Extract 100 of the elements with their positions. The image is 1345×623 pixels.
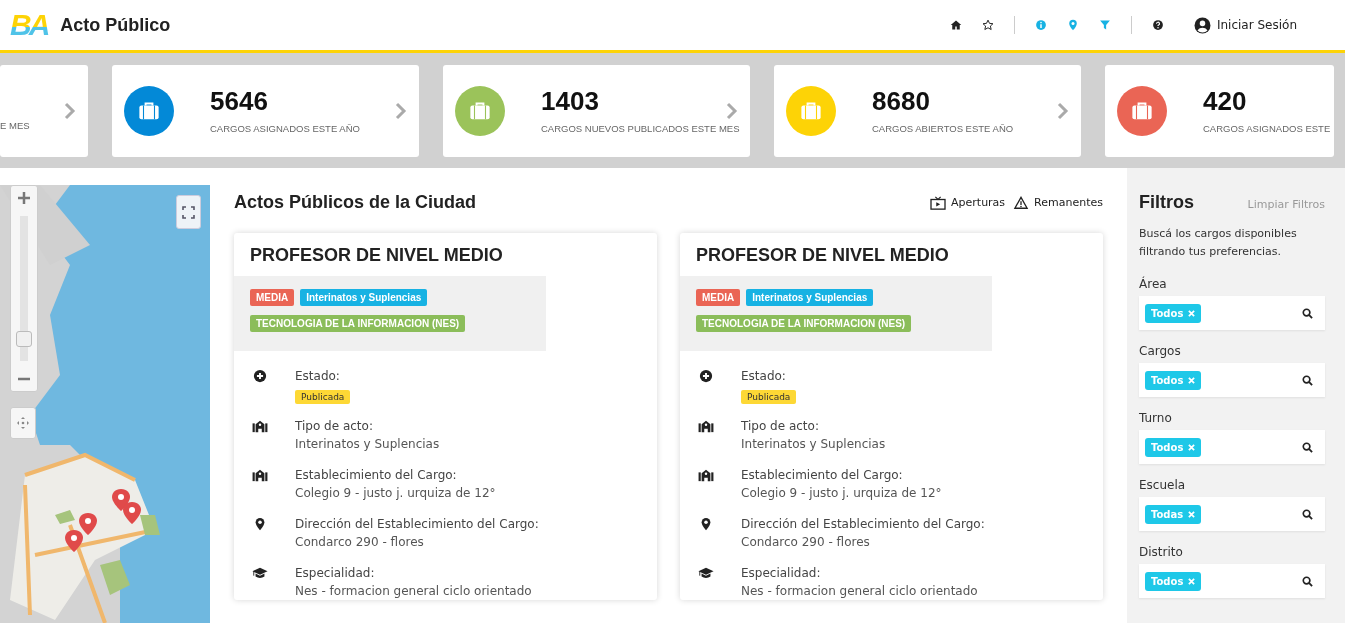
chevron-right-icon[interactable]	[395, 102, 407, 120]
tag: TECNOLOGIA DE LA INFORMACION (NES)	[696, 315, 912, 332]
card-title: PROFESOR DE NIVEL MEDIO	[249, 244, 504, 267]
building-icon	[698, 468, 714, 482]
user-icon	[1193, 16, 1211, 34]
field-value: Nes - formacion general ciclo orientado	[295, 583, 532, 600]
result-card[interactable]	[234, 233, 657, 600]
search-icon[interactable]	[1302, 374, 1313, 386]
field-value: Colegio 9 - justo j. urquiza de 12°	[741, 485, 942, 502]
stat-label: E MES	[0, 120, 30, 131]
help-icon[interactable]	[1151, 19, 1164, 31]
section-title: Actos Públicos de la Ciudad	[234, 192, 477, 213]
filter-label: Distrito	[1139, 545, 1184, 559]
building-icon	[252, 419, 268, 433]
filter-label: Cargos	[1139, 344, 1182, 358]
chevron-right-icon[interactable]	[726, 102, 738, 120]
filter-chip[interactable]: Todos	[1145, 571, 1202, 591]
filters-description: Buscá los cargos disponibles filtrando tus preferencias.	[1139, 226, 1298, 260]
filter-field[interactable]: Todos	[1139, 296, 1325, 330]
stat-card[interactable]: 5646 CARGOS ASIGNADOS ESTE AÑO	[112, 65, 419, 157]
stat-label: CARGOS ASIGNADOS ESTE AÑO	[210, 123, 360, 134]
stat-label: CARGOS ABIERTOS ESTE AÑO	[872, 123, 1014, 134]
stat-value: 8680	[872, 88, 930, 114]
close-icon[interactable]	[1188, 510, 1196, 518]
tag: Interinatos y Suplencias	[300, 289, 428, 306]
field-value: Interinatos y Suplencias	[295, 436, 440, 453]
tag: TECNOLOGIA DE LA INFORMACION (NES)	[250, 315, 466, 332]
tv-play-icon	[930, 195, 946, 210]
filter-link[interactable]: Aperturas	[930, 195, 1006, 210]
search-icon[interactable]	[1302, 441, 1313, 453]
field-label: Establecimiento del Cargo:	[295, 467, 458, 484]
filter-chip[interactable]: Todos	[1145, 437, 1202, 457]
field-label: Dirección del Establecimiento del Cargo:	[741, 516, 985, 533]
result-card[interactable]	[680, 233, 1103, 600]
field-value: Colegio 9 - justo j. urquiza de 12°	[295, 485, 496, 502]
login-button[interactable]: Iniciar Sesión	[1193, 16, 1297, 34]
graduation-cap-icon	[698, 566, 714, 580]
warning-icon	[1013, 195, 1030, 210]
chevron-right-icon[interactable]	[64, 102, 76, 120]
filter-field[interactable]: Todos	[1139, 363, 1325, 397]
graduation-cap-icon	[252, 566, 268, 580]
status-badge: Publicada	[295, 390, 351, 404]
fullscreen-icon[interactable]	[176, 195, 201, 229]
close-icon[interactable]	[1188, 376, 1196, 384]
info-icon[interactable]	[1034, 19, 1047, 31]
status-badge: Publicada	[741, 390, 797, 404]
pan-icon[interactable]	[10, 407, 36, 439]
building-icon	[698, 419, 714, 433]
tag: MEDIA	[696, 289, 741, 306]
field-label: Tipo de acto:	[741, 418, 820, 435]
field-label: Establecimiento del Cargo:	[741, 467, 904, 484]
filter-label: Escuela	[1139, 478, 1187, 492]
stat-value: 420	[1203, 88, 1247, 114]
filter-icon[interactable]	[1098, 19, 1111, 31]
home-icon[interactable]	[949, 19, 962, 31]
stat-card[interactable]: 420 CARGOS ASIGNADOS ESTE	[1105, 65, 1335, 157]
zoom-handle[interactable]	[16, 330, 32, 347]
filter-label: Área	[1139, 277, 1168, 291]
filter-label: Turno	[1139, 411, 1173, 425]
filters-title: Filtros	[1139, 192, 1194, 213]
stat-card[interactable]: 8680 CARGOS ABIERTOS ESTE AÑO	[774, 65, 1081, 157]
filter-chip[interactable]: Todas	[1145, 504, 1202, 524]
field-label: Estado:	[295, 368, 341, 385]
card-title: PROFESOR DE NIVEL MEDIO	[695, 244, 950, 267]
field-label: Estado:	[741, 368, 787, 385]
plus-circle-icon	[698, 369, 714, 383]
building-icon	[252, 468, 268, 482]
filter-field[interactable]: Todos	[1139, 564, 1325, 598]
stat-label: CARGOS ASIGNADOS ESTE	[1203, 123, 1331, 134]
field-value: Nes - formacion general ciclo orientado	[741, 583, 978, 600]
stat-value: 5646	[210, 88, 268, 114]
app-title: Acto Público	[60, 14, 171, 36]
tag: Interinatos y Suplencias	[746, 289, 874, 306]
field-label: Dirección del Establecimiento del Cargo:	[295, 516, 539, 533]
field-value: Condarco 290 - flores	[295, 534, 425, 551]
filter-field[interactable]: Todos	[1139, 430, 1325, 464]
stat-label: CARGOS NUEVOS PUBLICADOS ESTE MES	[541, 123, 740, 134]
field-value: Condarco 290 - flores	[741, 534, 871, 551]
search-icon[interactable]	[1302, 575, 1313, 587]
filter-chip[interactable]: Todos	[1145, 370, 1202, 390]
plus-circle-icon	[252, 369, 268, 383]
filter-link[interactable]: Remanentes	[1013, 195, 1103, 210]
field-label: Especialidad:	[741, 565, 822, 582]
field-label: Tipo de acto:	[295, 418, 374, 435]
tag: MEDIA	[250, 289, 295, 306]
search-icon[interactable]	[1302, 508, 1313, 520]
chevron-right-icon[interactable]	[1057, 102, 1069, 120]
filter-field[interactable]: Todas	[1139, 497, 1325, 531]
search-icon[interactable]	[1302, 307, 1313, 319]
location-pin-icon[interactable]	[1066, 19, 1079, 31]
star-icon[interactable]	[981, 19, 994, 31]
close-icon[interactable]	[1188, 443, 1196, 451]
field-value: Interinatos y Suplencias	[741, 436, 886, 453]
clear-filters-link[interactable]: Limpiar Filtros	[1247, 198, 1325, 211]
stat-card[interactable]: E MES	[0, 65, 88, 157]
close-icon[interactable]	[1188, 309, 1196, 317]
close-icon[interactable]	[1188, 577, 1196, 585]
filter-chip[interactable]: Todos	[1145, 303, 1202, 323]
field-label: Especialidad:	[295, 565, 376, 582]
stat-card[interactable]: 1403 CARGOS NUEVOS PUBLICADOS ESTE MES	[443, 65, 750, 157]
